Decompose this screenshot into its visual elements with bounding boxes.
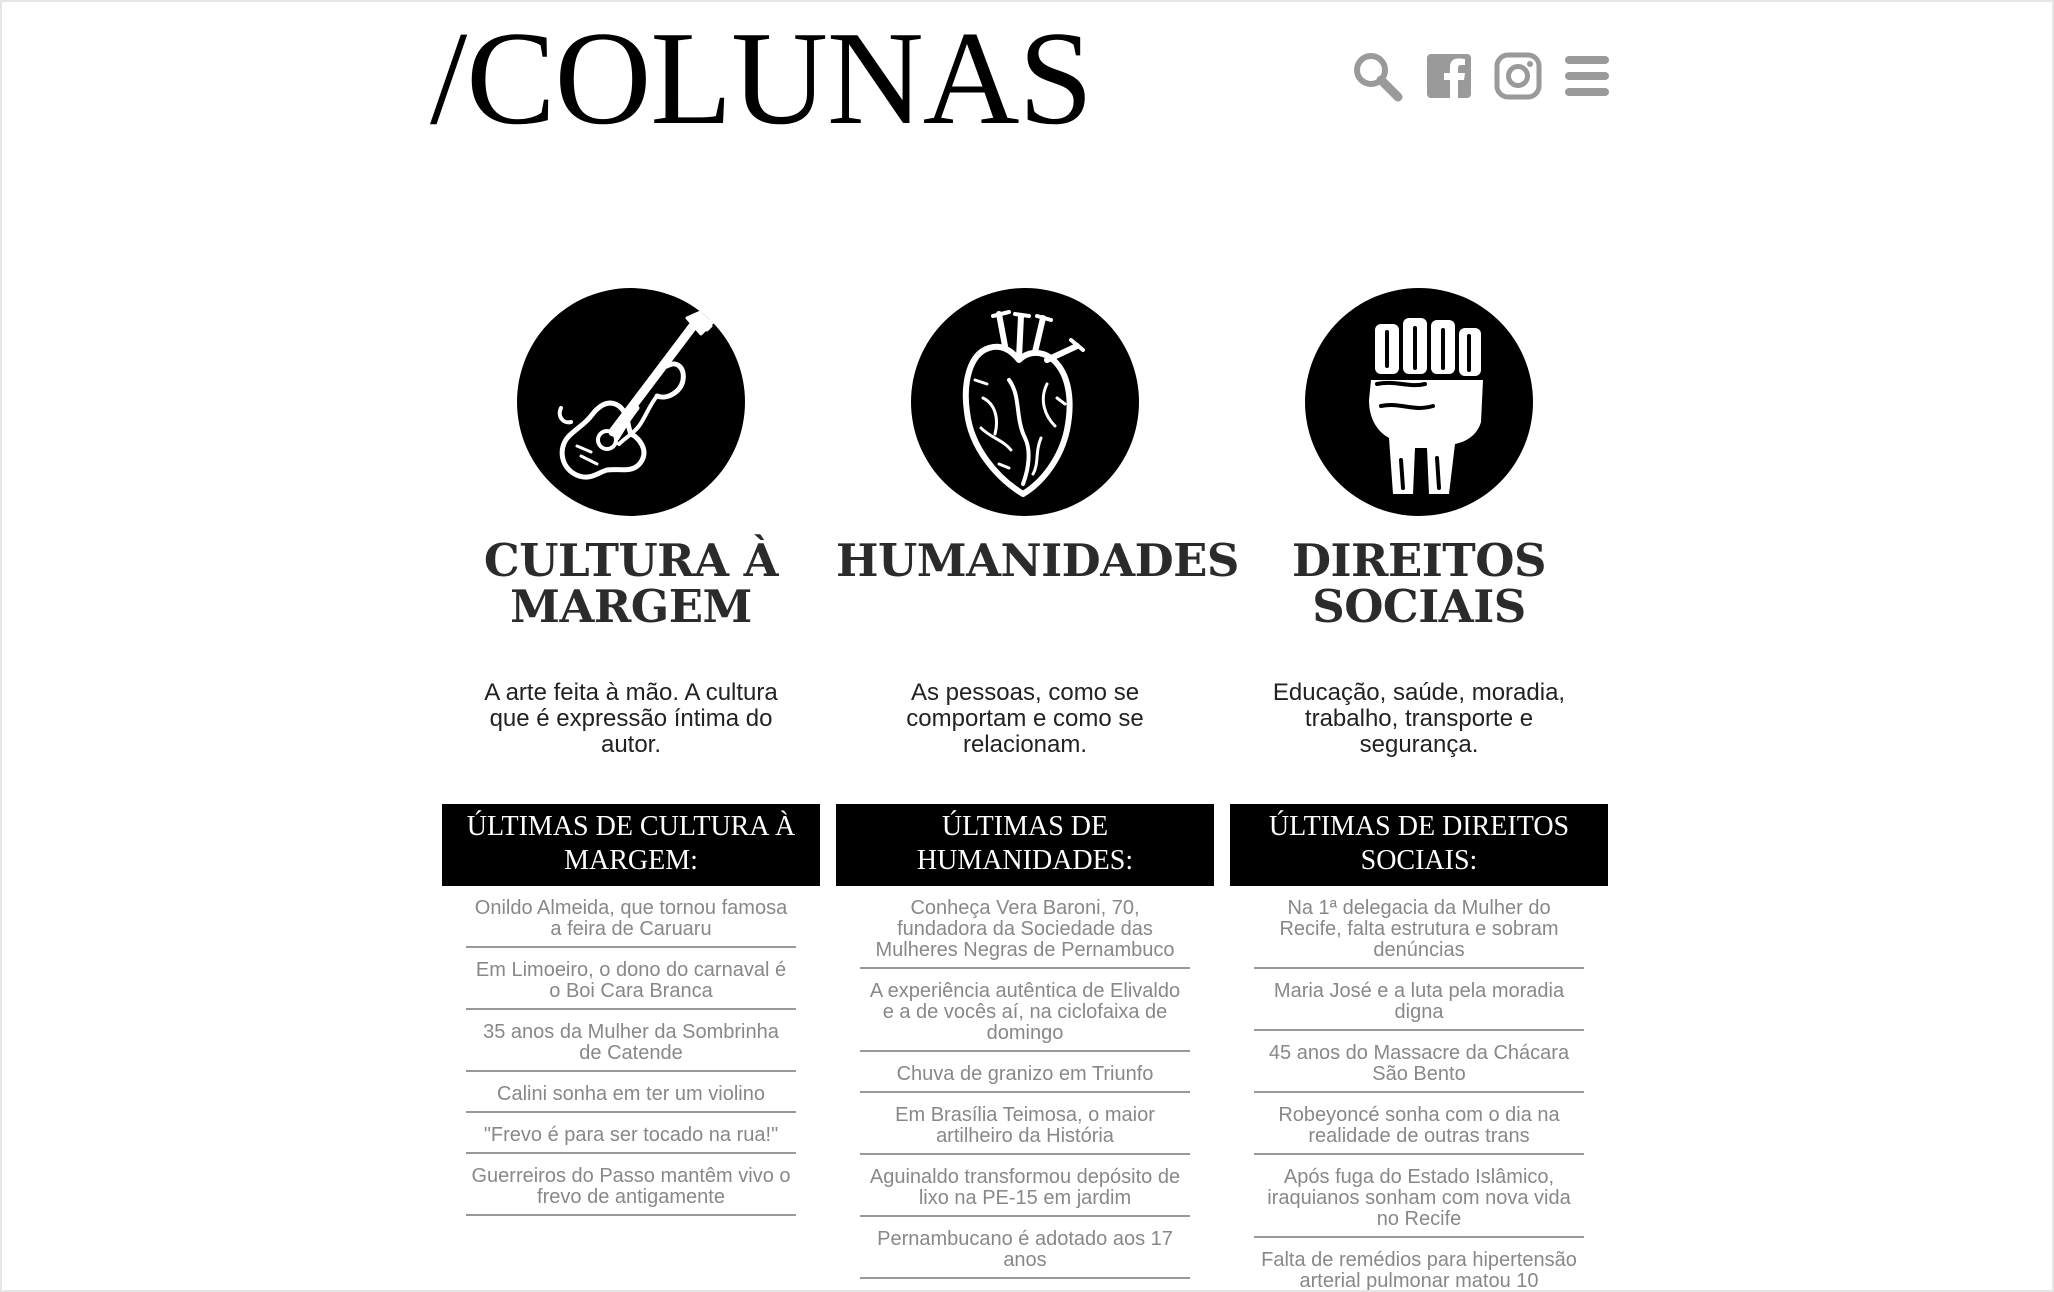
news-item[interactable]: Guerreiros do Passo mantêm vivo o frevo …	[466, 1154, 796, 1216]
column-title[interactable]: CULTURA À MARGEM	[442, 538, 820, 668]
column-description: A arte feita à mão. A cultura que é expr…	[484, 679, 778, 758]
news-item[interactable]: Robeyoncé sonha com o dia na realidade d…	[1254, 1093, 1584, 1155]
news-list: Onildo Almeida, que tornou famosa a feir…	[466, 886, 796, 1216]
column-description: Educação, saúde, moradia, trabalho, tran…	[1272, 679, 1566, 758]
guitar-icon[interactable]	[517, 288, 745, 516]
news-item[interactable]: Na 1ª delegacia da Mulher do Recife, fal…	[1254, 886, 1584, 969]
latest-heading: ÚLTIMAS DE HUMANIDADES:	[836, 804, 1214, 886]
news-item[interactable]: Aguinaldo transformou depósito de lixo n…	[860, 1155, 1190, 1217]
news-item[interactable]: Chuva de granizo em Triunfo	[860, 1052, 1190, 1093]
news-list: Conheça Vera Baroni, 70, fundadora da So…	[860, 886, 1190, 1279]
news-item[interactable]: Conheça Vera Baroni, 70, fundadora da So…	[860, 886, 1190, 969]
column-title[interactable]: HUMANIDADES	[836, 538, 1239, 668]
column-title[interactable]: DIREITOS SOCIAIS	[1230, 538, 1608, 668]
news-item[interactable]: Após fuga do Estado Islâmico, iraquianos…	[1254, 1155, 1584, 1238]
news-item[interactable]: Falta de remédios para hipertensão arter…	[1254, 1238, 1584, 1291]
column-cultura: CULTURA À MARGEM A arte feita à mão. A c…	[442, 288, 820, 1216]
news-item[interactable]: 45 anos do Massacre da Chácara São Bento	[1254, 1031, 1584, 1093]
raised-fist-icon[interactable]	[1305, 288, 1533, 516]
column-description: As pessoas, como se comportam e como se …	[906, 679, 1144, 758]
news-item[interactable]: 35 anos da Mulher da Sombrinha de Catend…	[466, 1010, 796, 1072]
page: /COLUNAS CULTURA À MARGEM A arte feita à…	[0, 0, 2054, 1292]
news-item[interactable]: Em Limoeiro, o dono do carnaval é o Boi …	[466, 948, 796, 1010]
news-item[interactable]: Pernambucano é adotado aos 17 anos	[860, 1217, 1190, 1279]
facebook-icon[interactable]	[1423, 50, 1475, 102]
instagram-icon[interactable]	[1492, 50, 1544, 102]
latest-heading: ÚLTIMAS DE CULTURA À MARGEM:	[442, 804, 820, 886]
news-item[interactable]: Calini sonha em ter um violino	[466, 1072, 796, 1113]
news-item[interactable]: Em Brasília Teimosa, o maior artilheiro …	[860, 1093, 1190, 1155]
search-icon[interactable]	[1351, 50, 1403, 102]
menu-icon[interactable]	[1561, 50, 1613, 102]
news-item[interactable]: "Frevo é para ser tocado na rua!"	[466, 1113, 796, 1154]
column-direitos: DIREITOS SOCIAIS Educação, saúde, moradi…	[1230, 288, 1608, 1291]
anatomical-heart-icon[interactable]	[911, 288, 1139, 516]
column-humanidades: HUMANIDADES As pessoas, como se comporta…	[836, 288, 1239, 1279]
news-item[interactable]: Onildo Almeida, que tornou famosa a feir…	[466, 886, 796, 948]
site-logo[interactable]: /COLUNAS	[430, 8, 1093, 148]
news-list: Na 1ª delegacia da Mulher do Recife, fal…	[1254, 886, 1584, 1291]
news-item[interactable]: Maria José e a luta pela moradia digna	[1254, 969, 1584, 1031]
news-item[interactable]: A experiência autêntica de Elivaldo e a …	[860, 969, 1190, 1052]
latest-heading: ÚLTIMAS DE DIREITOS SOCIAIS:	[1230, 804, 1608, 886]
